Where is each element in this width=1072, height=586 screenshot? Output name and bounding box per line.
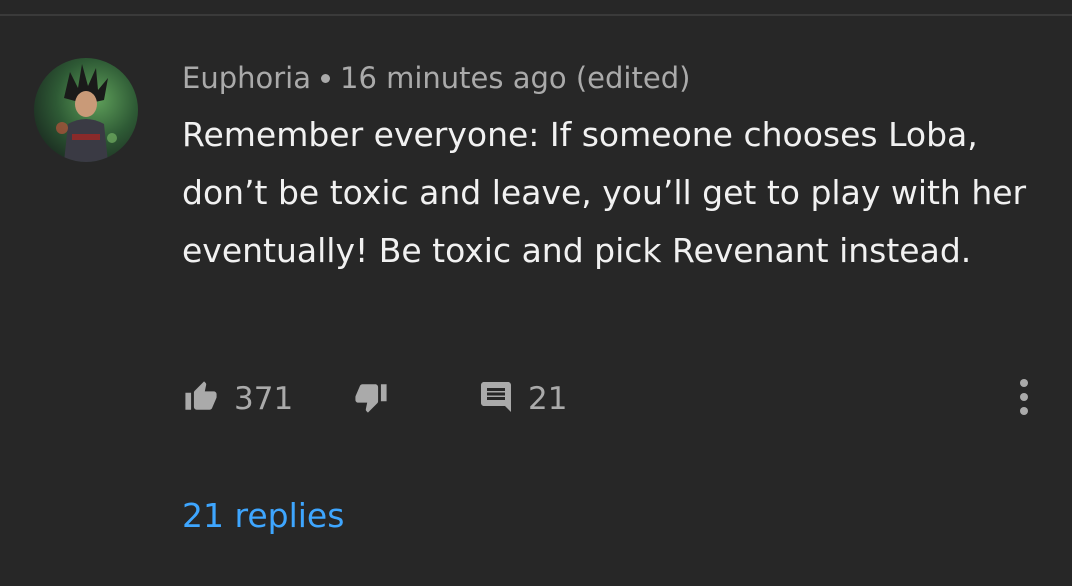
like-button[interactable]: 371 bbox=[182, 376, 293, 422]
vertical-ellipsis-icon bbox=[1019, 377, 1029, 421]
avatar-image bbox=[34, 58, 138, 162]
more-options-button[interactable] bbox=[1006, 376, 1042, 422]
thumbs-up-icon bbox=[182, 380, 220, 418]
top-divider bbox=[0, 14, 1072, 16]
like-count: 371 bbox=[234, 381, 294, 417]
thumbs-down-icon bbox=[352, 380, 390, 418]
reply-button[interactable]: 21 bbox=[478, 376, 567, 422]
comment-icon bbox=[478, 379, 514, 419]
dislike-button[interactable] bbox=[352, 376, 390, 422]
timestamp: 16 minutes ago (edited) bbox=[340, 61, 691, 95]
reply-count: 21 bbox=[528, 381, 568, 417]
author-name[interactable]: Euphoria bbox=[182, 61, 311, 95]
comment-text: Remember everyone: If someone chooses Lo… bbox=[182, 115, 1027, 270]
view-replies-link[interactable]: 21 replies bbox=[182, 494, 344, 538]
separator-dot bbox=[321, 73, 330, 83]
avatar[interactable] bbox=[34, 58, 138, 162]
comment-meta: Euphoria 16 minutes ago (edited) bbox=[182, 58, 690, 98]
